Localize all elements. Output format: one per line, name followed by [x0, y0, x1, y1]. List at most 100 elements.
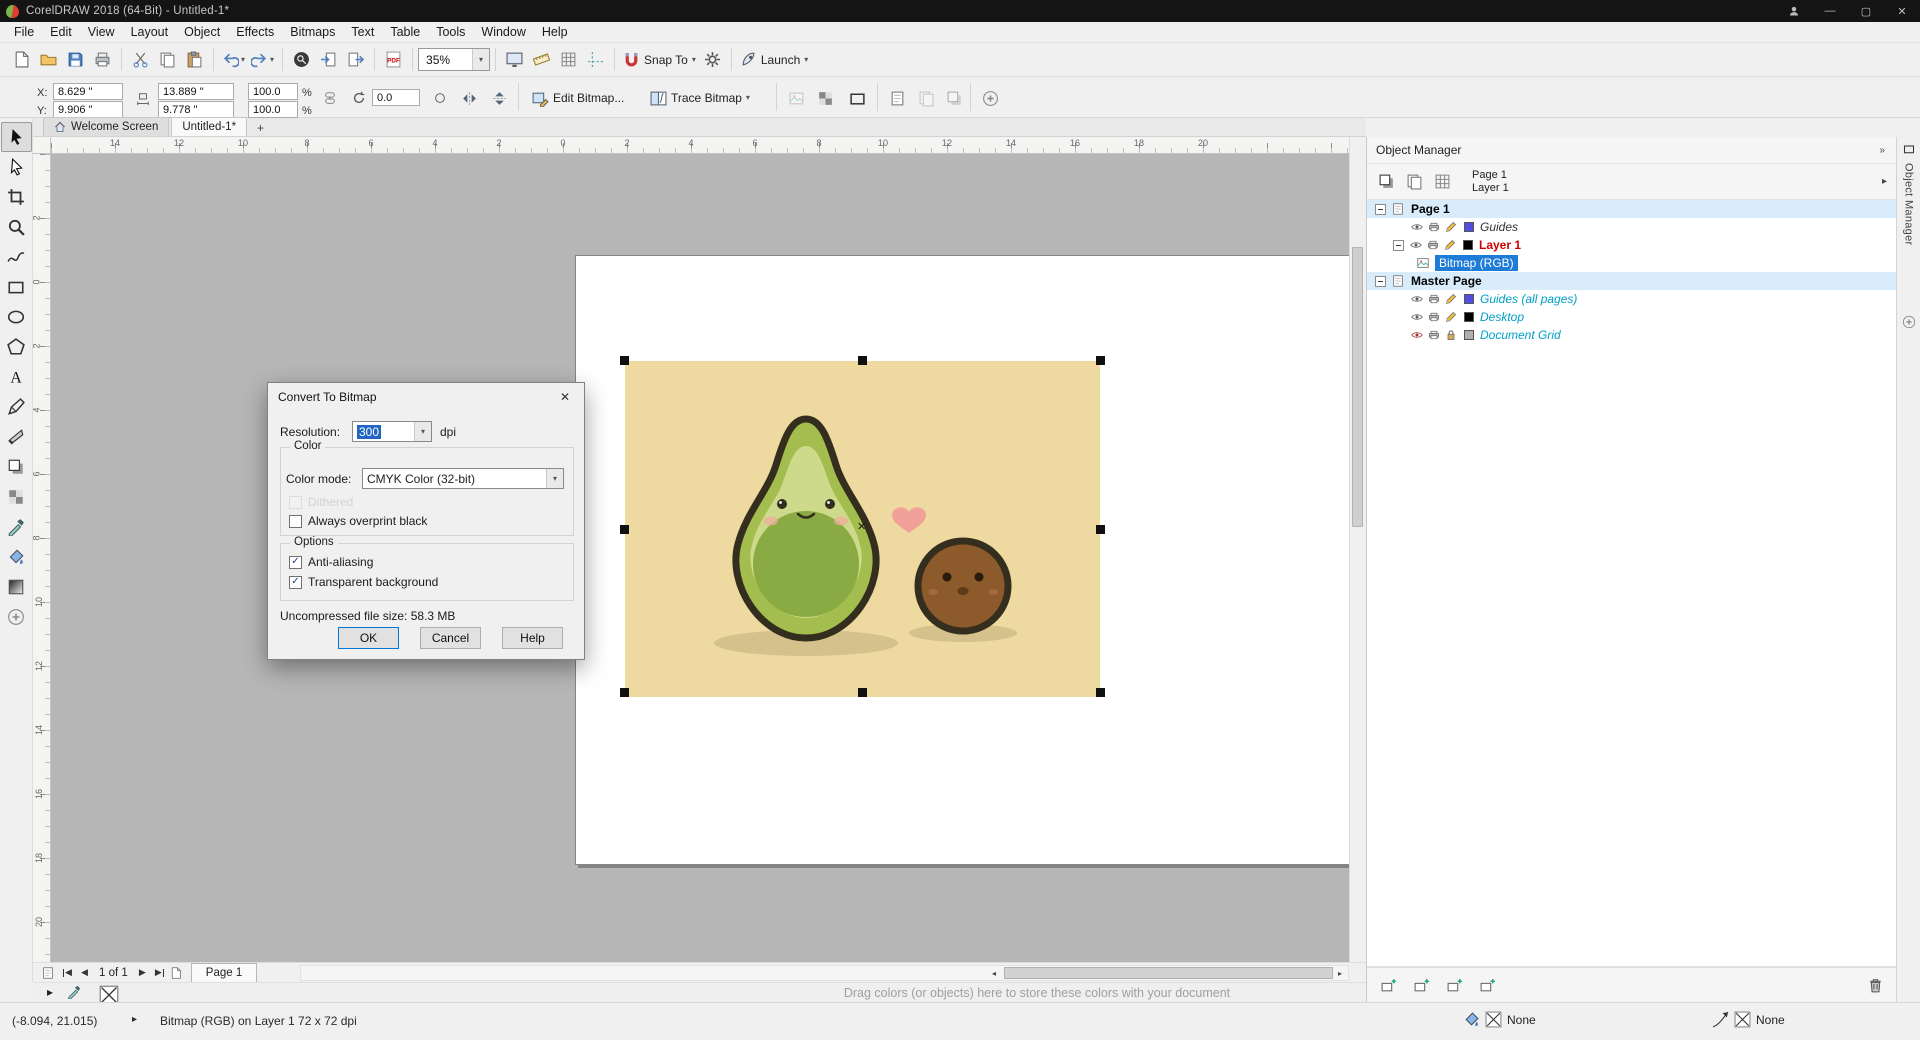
- show-guidelines-button[interactable]: [582, 46, 609, 73]
- export-button[interactable]: [342, 46, 369, 73]
- resolution-value[interactable]: 300: [357, 424, 382, 439]
- zoom-level-combo[interactable]: 35% ▾: [418, 48, 491, 71]
- new-master-layer-odd-pages-button[interactable]: [1442, 973, 1466, 997]
- lock-ratio-button[interactable]: [318, 85, 342, 111]
- publish-to-pdf-button[interactable]: [380, 46, 407, 73]
- first-page-button[interactable]: ◀: [59, 964, 76, 981]
- selection-handle-middle-left[interactable]: [620, 525, 629, 534]
- menu-effects[interactable]: Effects: [228, 23, 282, 41]
- tree-label[interactable]: Desktop: [1480, 310, 1524, 324]
- palette-flyout-icon[interactable]: ▸: [47, 985, 53, 999]
- print-button[interactable]: [89, 46, 116, 73]
- close-button[interactable]: ✕: [1884, 0, 1920, 22]
- page-sorter-icon[interactable]: [41, 966, 55, 980]
- editable-pencil-icon[interactable]: [1444, 239, 1456, 251]
- new-master-layer-even-pages-button[interactable]: [1475, 973, 1499, 997]
- visibility-eye-icon[interactable]: [1411, 221, 1423, 233]
- bitmap-border-button[interactable]: [844, 85, 871, 111]
- add-page-button[interactable]: [168, 964, 185, 981]
- layer-color-swatch[interactable]: [1464, 312, 1474, 322]
- scale-vertical-field[interactable]: 100.0: [248, 101, 298, 118]
- resolution-combo[interactable]: 300 ▾: [352, 421, 432, 442]
- options-button[interactable]: [699, 46, 726, 73]
- show-rulers-button[interactable]: [528, 46, 555, 73]
- collapse-icon[interactable]: [1393, 239, 1404, 251]
- tree-row-master-page[interactable]: Master Page: [1367, 272, 1896, 290]
- undo-dropdown-icon[interactable]: ▾: [241, 55, 245, 64]
- round-corner-button[interactable]: [428, 85, 452, 111]
- open-button[interactable]: [35, 46, 62, 73]
- printable-icon[interactable]: [1428, 293, 1440, 305]
- snap-to-dropdown-icon[interactable]: ▾: [692, 55, 696, 64]
- menu-window[interactable]: Window: [473, 23, 533, 41]
- visibility-eye-icon[interactable]: [1411, 311, 1423, 323]
- transparent-background-checkbox-row[interactable]: ✓ Transparent background: [289, 575, 438, 589]
- crop-tool[interactable]: [1, 182, 32, 212]
- page-tab[interactable]: Page 1: [190, 963, 258, 982]
- tree-row-desktop[interactable]: Desktop: [1367, 308, 1896, 326]
- printable-icon[interactable]: [1428, 311, 1440, 323]
- interactive-fill-tool[interactable]: [1, 572, 32, 602]
- menu-object[interactable]: Object: [176, 23, 228, 41]
- visibility-eye-icon[interactable]: [1410, 239, 1422, 251]
- menu-file[interactable]: File: [6, 23, 42, 41]
- redo-button[interactable]: ▾: [248, 46, 277, 73]
- object-height-field[interactable]: 9.778 ": [158, 101, 234, 118]
- selected-bitmap-object[interactable]: ✕: [620, 356, 1105, 697]
- dithered-checkbox[interactable]: [289, 495, 302, 509]
- next-page-button[interactable]: ▶: [134, 964, 151, 981]
- y-position-field[interactable]: 9.906 ": [53, 101, 123, 118]
- selection-handle-bottom-left[interactable]: [620, 688, 629, 697]
- smart-fill-tool[interactable]: [1, 542, 32, 572]
- text-tool[interactable]: [1, 362, 32, 392]
- editable-pencil-icon[interactable]: [1445, 221, 1457, 233]
- docker-chevrons-icon[interactable]: »: [1879, 145, 1887, 156]
- tree-row-page-1[interactable]: Page 1: [1367, 200, 1896, 218]
- vertical-scrollbar-thumb[interactable]: [1352, 247, 1363, 527]
- snap-to-button[interactable]: Snap To ▾: [620, 46, 699, 73]
- status-flyout-icon[interactable]: ▸: [132, 1014, 137, 1025]
- previous-page-button[interactable]: ◀: [76, 964, 93, 981]
- color-mode-combo[interactable]: CMYK Color (32-bit) ▾: [362, 468, 564, 489]
- horizontal-scrollbar[interactable]: ◂ ▸: [300, 965, 1349, 981]
- new-master-layer-all-pages-button[interactable]: [1409, 973, 1433, 997]
- new-document-tab-button[interactable]: +: [252, 119, 269, 136]
- anti-aliasing-checkbox-row[interactable]: ✓ Anti-aliasing: [289, 555, 373, 569]
- transparent-background-checkbox[interactable]: ✓: [289, 575, 302, 589]
- quick-customize-icon[interactable]: [1902, 315, 1916, 329]
- canvas-vertical-scrollbar[interactable]: [1349, 137, 1365, 962]
- menu-table[interactable]: Table: [382, 23, 428, 41]
- collapse-icon[interactable]: [1375, 275, 1386, 287]
- copy-button[interactable]: [154, 46, 181, 73]
- selection-handle-top-left[interactable]: [620, 356, 629, 365]
- drawing-canvas[interactable]: ✕: [51, 154, 1349, 962]
- layer-color-swatch[interactable]: [1464, 330, 1474, 340]
- anti-aliasing-checkbox[interactable]: ✓: [289, 555, 302, 569]
- tree-label[interactable]: Page 1: [1411, 202, 1450, 216]
- menu-text[interactable]: Text: [343, 23, 382, 41]
- maximize-button[interactable]: ▢: [1848, 0, 1884, 22]
- color-mode-dropdown-icon[interactable]: ▾: [546, 469, 563, 488]
- full-screen-preview-button[interactable]: [501, 46, 528, 73]
- launch-button[interactable]: Launch ▾: [737, 46, 811, 73]
- cancel-button[interactable]: Cancel: [420, 627, 481, 649]
- polygon-tool[interactable]: [1, 332, 32, 362]
- menu-layout[interactable]: Layout: [123, 23, 177, 41]
- printable-icon[interactable]: [1427, 239, 1439, 251]
- overprint-black-checkbox[interactable]: [289, 514, 302, 528]
- docker-pin-icon[interactable]: [1903, 143, 1915, 155]
- docker-tab-object-manager[interactable]: Object Manager: [1903, 163, 1915, 245]
- ok-button[interactable]: OK: [338, 627, 399, 649]
- tree-row-document-grid[interactable]: Document Grid: [1367, 326, 1896, 344]
- ellipse-tool[interactable]: [1, 302, 32, 332]
- visibility-eye-icon[interactable]: [1411, 293, 1423, 305]
- dialog-close-button[interactable]: ✕: [546, 383, 584, 411]
- object-width-field[interactable]: 13.889 ": [158, 83, 234, 100]
- cut-button[interactable]: [127, 46, 154, 73]
- account-button[interactable]: [1776, 0, 1812, 22]
- scroll-left-icon[interactable]: ◂: [986, 967, 1002, 979]
- selection-handle-bottom-middle[interactable]: [858, 688, 867, 697]
- scale-horizontal-field[interactable]: 100.0: [248, 83, 298, 100]
- tree-label[interactable]: Document Grid: [1480, 328, 1561, 342]
- horizontal-ruler[interactable]: 14 12 10 8 6 4 2 0 2 4 6 8 10 12 14 16 1…: [51, 137, 1349, 154]
